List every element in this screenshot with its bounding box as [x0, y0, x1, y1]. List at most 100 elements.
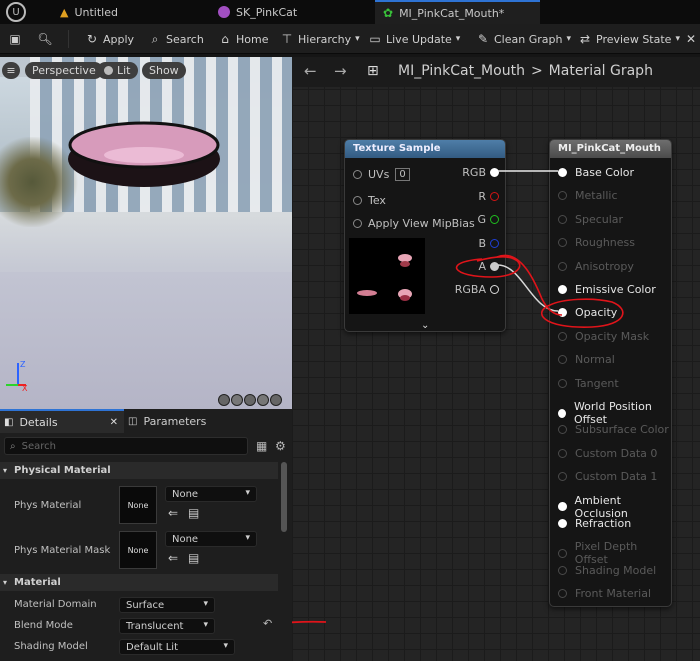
chevron-down-icon: ▾: [203, 599, 208, 609]
chevron-down-icon: ▾: [566, 34, 571, 44]
back-arrow-icon[interactable]: ←: [304, 62, 317, 80]
physical-material-category[interactable]: ▾ Physical Material: [0, 462, 278, 479]
sphere-icon[interactable]: [218, 394, 230, 406]
table-view-icon[interactable]: ▦: [256, 439, 267, 453]
browse-icon: 🔍︎: [37, 32, 53, 46]
skeletal-mesh-icon: [218, 6, 230, 18]
hamburger-icon: ≡: [6, 64, 16, 77]
blend-mode-dropdown[interactable]: Translucent ▾: [119, 618, 215, 634]
phys-material-mask-label: Phys Material Mask: [14, 545, 111, 556]
lit-label: Lit: [117, 64, 131, 77]
preview-viewport[interactable]: Z X: [0, 57, 292, 409]
search-label: Search: [166, 32, 204, 46]
preview-state-button[interactable]: ⇄ Preview State ▾: [578, 24, 680, 54]
use-selected-icon[interactable]: ⇐: [168, 506, 178, 520]
clean-graph-button[interactable]: ✎ Clean Graph ▾: [476, 24, 571, 54]
forward-arrow-icon[interactable]: →: [334, 62, 347, 80]
material-instance-icon: ✿: [383, 6, 394, 20]
phys-material-label: Phys Material: [14, 500, 82, 511]
material-domain-value: Surface: [126, 599, 165, 611]
more-icon: ✕: [685, 32, 697, 46]
lit-icon: [104, 66, 113, 75]
preview-shape-buttons[interactable]: [218, 394, 282, 406]
search-icon: ⌕: [151, 31, 159, 46]
lit-button[interactable]: Lit: [97, 62, 138, 79]
chevron-down-icon: ▾: [455, 34, 461, 44]
hierarchy-button[interactable]: ⊤ Hierarchy ▾: [280, 24, 360, 54]
blend-mode-label: Blend Mode: [14, 620, 73, 631]
shading-model-value: Default Lit: [126, 641, 178, 653]
close-icon[interactable]: ✕: [110, 417, 118, 428]
plane-icon[interactable]: [244, 394, 256, 406]
perspective-label: Perspective: [32, 64, 96, 77]
apply-button[interactable]: ↻ Apply: [85, 24, 134, 54]
chevron-down-icon: ▾: [223, 641, 228, 651]
shading-model-dropdown[interactable]: Default Lit ▾: [119, 639, 235, 655]
overflow-button[interactable]: ✕: [684, 24, 698, 54]
hierarchy-icon: ⊤: [281, 32, 293, 46]
home-icon: ⌂: [221, 32, 229, 46]
phys-material-mask-value: None: [172, 533, 199, 545]
breadcrumb-graph: Material Graph: [548, 63, 653, 79]
live-update-button[interactable]: ▭ Live Update ▾: [368, 24, 460, 54]
show-button[interactable]: Show: [142, 62, 186, 79]
details-panel: ◧ Details ✕ ◫ Parameters ⌕ Search ▦ ⚙ ▾ P…: [0, 409, 292, 661]
tab-sk-pinkcat-label: SK_PinkCat: [236, 5, 298, 19]
tab-mi-pinkcat-mouth[interactable]: ✿ MI_PinkCat_Mouth*: [375, 0, 540, 24]
details-tab-label: Details: [19, 415, 58, 429]
svg-text:X: X: [22, 384, 28, 393]
hierarchy-label: Hierarchy: [298, 32, 352, 46]
annotation-connector: [496, 254, 563, 316]
phys-material-thumbnail[interactable]: None: [119, 486, 157, 524]
details-scrollbar[interactable]: [281, 462, 287, 532]
breadcrumb-asset[interactable]: MI_PinkCat_Mouth: [398, 63, 525, 79]
save-button[interactable]: ▣: [8, 24, 22, 54]
phys-material-mask-thumbnail[interactable]: None: [119, 531, 157, 569]
mesh-icon[interactable]: [270, 394, 282, 406]
details-search-input[interactable]: ⌕ Search: [4, 437, 248, 455]
phys-material-dropdown[interactable]: None ▾: [165, 486, 257, 502]
tab-sk-pinkcat[interactable]: SK_PinkCat: [210, 0, 370, 24]
cylinder-icon[interactable]: [231, 394, 243, 406]
material-domain-dropdown[interactable]: Surface ▾: [119, 597, 215, 613]
parameters-tab[interactable]: ◫ Parameters: [128, 409, 288, 433]
breadcrumb-separator: >: [530, 63, 543, 79]
breadcrumb: MI_PinkCat_Mouth > Material Graph: [398, 63, 653, 79]
browse-folder-icon[interactable]: ▤: [188, 551, 199, 565]
phys-material-mask-dropdown[interactable]: None ▾: [165, 531, 257, 547]
level-icon: ▲: [60, 5, 69, 19]
parameters-tab-label: Parameters: [143, 414, 207, 428]
apply-icon: ↻: [86, 32, 98, 46]
show-label: Show: [149, 64, 179, 77]
details-icon: ◧: [4, 416, 14, 428]
preview-state-label: Preview State: [596, 32, 672, 46]
details-tab[interactable]: ◧ Details ✕: [0, 409, 124, 433]
search-button[interactable]: ⌕ Search: [148, 24, 204, 54]
material-category[interactable]: ▾ Material: [0, 574, 278, 591]
phys-material-value: None: [172, 488, 199, 500]
cube-icon[interactable]: [257, 394, 269, 406]
browse-button[interactable]: 🔍︎: [37, 24, 53, 54]
reset-to-default-icon[interactable]: ↶: [263, 617, 272, 630]
physical-material-heading: Physical Material: [14, 465, 111, 476]
tab-untitled[interactable]: ▲ Untitled: [52, 0, 202, 24]
blend-mode-value: Translucent: [126, 620, 184, 632]
viewport-menu-button[interactable]: ≡: [2, 62, 20, 79]
preview-state-icon: ⇄: [579, 32, 591, 46]
unreal-logo-icon[interactable]: U: [6, 2, 26, 22]
collapse-arrow-icon: ▾: [3, 466, 8, 475]
settings-gear-icon[interactable]: ⚙: [275, 439, 286, 453]
perspective-button[interactable]: Perspective: [25, 62, 103, 79]
use-selected-icon[interactable]: ⇐: [168, 551, 178, 565]
search-icon: ⌕: [10, 440, 16, 452]
svg-text:Z: Z: [20, 360, 26, 369]
graph-wires: [292, 170, 624, 624]
home-button[interactable]: ⌂ Home: [218, 24, 268, 54]
chevron-down-icon: ▾: [245, 488, 250, 498]
axis-gizmo: Z X: [6, 360, 28, 393]
material-domain-label: Material Domain: [14, 599, 97, 610]
toolbar: ▣ 🔍︎ ↻ Apply ⌕ Search ⌂ Home ⊤ Hierarchy ▾ ▭ L…: [0, 24, 700, 54]
search-placeholder: Search: [21, 440, 56, 452]
browse-folder-icon[interactable]: ▤: [188, 506, 199, 520]
mouth-mesh-preview: [68, 121, 220, 187]
